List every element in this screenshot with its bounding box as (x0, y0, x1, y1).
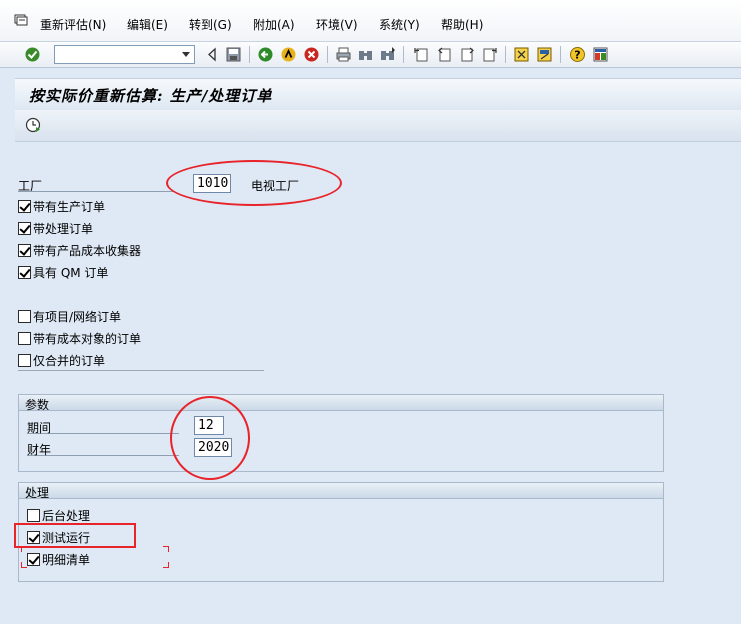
checkbox-box[interactable] (27, 509, 40, 522)
standard-toolbar: ? (0, 42, 741, 68)
checkbox-box[interactable] (18, 244, 31, 257)
command-field[interactable] (54, 45, 195, 64)
enter-check-icon[interactable] (24, 46, 41, 63)
find-next-icon[interactable] (379, 46, 396, 63)
checkbox-box[interactable] (18, 200, 31, 213)
parameters-group: 参数 期间 12 财年 2020 (18, 394, 664, 472)
last-page-icon[interactable] (481, 46, 498, 63)
first-page-icon[interactable] (413, 46, 430, 63)
parameters-highlight-ellipse (170, 396, 250, 480)
back-triangle-icon[interactable] (204, 46, 221, 63)
cancel-red-icon[interactable] (303, 46, 320, 63)
checkbox-process-orders[interactable]: 带处理订单 (18, 220, 93, 238)
test-run-highlight-box (14, 523, 136, 548)
new-session-icon[interactable] (513, 46, 530, 63)
svg-text:?: ? (574, 49, 580, 62)
prev-page-icon[interactable] (436, 46, 453, 63)
menu-help[interactable]: 帮助(H) (441, 16, 483, 33)
checkbox-product-cost-collectors[interactable]: 带有产品成本收集器 (18, 242, 141, 260)
processing-group-title: 处理 (25, 486, 50, 500)
back-green-icon[interactable] (257, 46, 274, 63)
parameters-group-title: 参数 (25, 398, 50, 412)
customize-layout-icon[interactable] (592, 46, 609, 63)
save-icon[interactable] (225, 46, 242, 63)
menu-extras[interactable]: 附加(A) (253, 16, 295, 33)
menu-system[interactable]: 系统(Y) (379, 16, 420, 33)
screen-title-bar: 按实际价重新估算: 生产/处理订单 (15, 78, 741, 110)
checkbox-box[interactable] (27, 553, 40, 566)
help-icon[interactable]: ? (569, 46, 586, 63)
menu-bar: 重新评估(N) 编辑(E) 转到(G) 附加(A) 环境(V) 系统(Y) 帮助… (0, 0, 741, 42)
print-icon[interactable] (335, 46, 352, 63)
selection-screen: 工厂 1010 电视工厂 带有生产订单 带处理订单 带有产品成本收集器 具有 Q… (14, 143, 741, 624)
checkbox-qm-orders[interactable]: 具有 QM 订单 (18, 264, 108, 282)
checkbox-cost-object-orders[interactable]: 带有成本对象的订单 (18, 330, 141, 348)
checkbox-box[interactable] (18, 310, 31, 323)
application-toolbar (15, 110, 741, 142)
period-label: 期间 (27, 419, 179, 435)
checkbox-box[interactable] (18, 266, 31, 279)
checkbox-detail-list[interactable]: 明细清单 (27, 551, 90, 569)
checkbox-box[interactable] (18, 332, 31, 345)
next-page-icon[interactable] (459, 46, 476, 63)
command-input[interactable] (55, 46, 175, 63)
checkbox-box[interactable] (18, 222, 31, 235)
menu-environment[interactable]: 环境(V) (316, 16, 358, 33)
section-divider (18, 370, 264, 371)
checkbox-merged-orders-only[interactable]: 仅合并的订单 (18, 352, 105, 370)
chevron-down-icon[interactable] (182, 52, 190, 57)
page-title: 按实际价重新估算: 生产/处理订单 (29, 87, 273, 105)
execute-clock-icon[interactable] (25, 117, 42, 134)
menu-revaluate[interactable]: 重新评估(N) (40, 16, 106, 33)
menu-goto[interactable]: 转到(G) (189, 16, 232, 33)
menu-system-icon[interactable] (14, 14, 28, 26)
shortcut-icon[interactable] (536, 46, 553, 63)
checkbox-box[interactable] (18, 354, 31, 367)
exit-yellow-icon[interactable] (280, 46, 297, 63)
plant-label: 工厂 (18, 177, 173, 193)
checkbox-production-orders[interactable]: 带有生产订单 (18, 198, 105, 216)
fiscal-year-label: 财年 (27, 441, 179, 457)
checkbox-project-network-orders[interactable]: 有项目/网络订单 (18, 308, 121, 326)
find-icon[interactable] (357, 46, 374, 63)
plant-highlight-ellipse (166, 160, 342, 206)
menu-edit[interactable]: 编辑(E) (127, 16, 168, 33)
